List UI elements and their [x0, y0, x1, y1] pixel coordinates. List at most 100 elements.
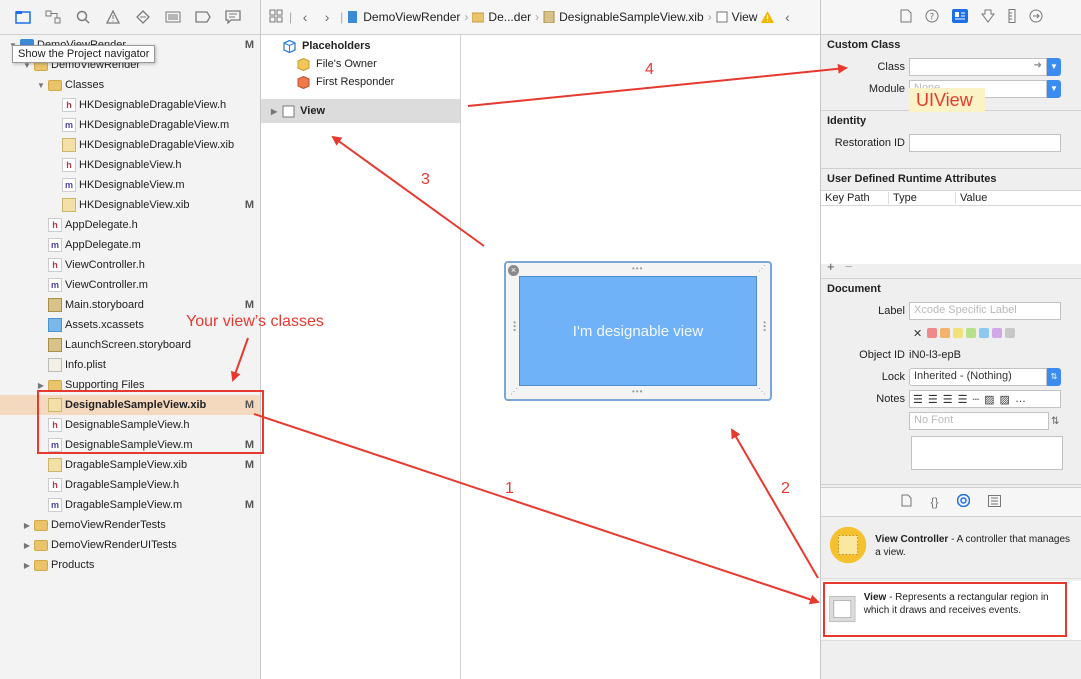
go-arrow-icon[interactable]: ➜: [1034, 60, 1042, 71]
project-navigator-icon[interactable]: [14, 8, 32, 26]
forward-button[interactable]: ›: [318, 9, 336, 25]
breakpoint-navigator-icon[interactable]: [194, 8, 212, 26]
navigator-row[interactable]: Main.storyboard M: [0, 295, 260, 315]
label-field[interactable]: Xcode Specific Label: [909, 302, 1061, 320]
navigator-row[interactable]: DesignableSampleView.xib M: [0, 395, 260, 415]
disclosure-right-icon[interactable]: ▶: [22, 561, 32, 570]
navigator-row[interactable]: HKDesignableDragableView.xib: [0, 135, 260, 155]
navigator-row[interactable]: ▶ DemoViewRenderUITests: [0, 535, 260, 555]
col-type[interactable]: Type: [889, 192, 956, 204]
navigator-row[interactable]: m DragableSampleView.m M: [0, 495, 260, 515]
outline-files-owner[interactable]: File's Owner: [261, 55, 460, 73]
align-justify-icon[interactable]: ☰: [958, 393, 968, 406]
media-library-icon[interactable]: [987, 494, 1001, 510]
navigator-row[interactable]: m HKDesignableDragableView.m: [0, 115, 260, 135]
resize-handle-top-right[interactable]: ⋰: [758, 264, 767, 273]
no-strike-icon[interactable]: ▨: [984, 393, 994, 406]
navigator-row[interactable]: m HKDesignableView.m: [0, 175, 260, 195]
font-field[interactable]: No Font: [909, 412, 1049, 430]
class-field[interactable]: ➜: [909, 58, 1047, 76]
disclosure-down-icon[interactable]: ▼: [36, 81, 46, 90]
more-icon[interactable]: …: [1015, 393, 1026, 405]
navigator-row[interactable]: h DesignableSampleView.h: [0, 415, 260, 435]
jump-bar-file[interactable]: DesignableSampleView.xib: [543, 10, 704, 24]
navigator-row[interactable]: h ViewController.h: [0, 255, 260, 275]
col-key-path[interactable]: Key Path: [821, 192, 889, 204]
navigator-row[interactable]: m DesignableSampleView.m M: [0, 435, 260, 455]
size-inspector-icon[interactable]: [1008, 8, 1016, 26]
navigator-row[interactable]: h HKDesignableView.h: [0, 155, 260, 175]
add-icon[interactable]: +: [827, 259, 835, 274]
disclosure-right-icon[interactable]: ▶: [36, 381, 46, 390]
color-label-swatch[interactable]: [927, 328, 938, 338]
navigator-row[interactable]: h AppDelegate.h: [0, 215, 260, 235]
attributes-inspector-icon[interactable]: [980, 9, 995, 26]
navigator-row[interactable]: h HKDesignableDragableView.h: [0, 95, 260, 115]
connections-inspector-icon[interactable]: [1029, 9, 1043, 26]
navigator-row[interactable]: ▶ DemoViewRenderTests: [0, 515, 260, 535]
font-stepper[interactable]: ⇅: [1051, 416, 1059, 427]
restoration-id-field[interactable]: [909, 134, 1061, 152]
runtime-attributes-table[interactable]: [821, 206, 1081, 264]
close-icon[interactable]: ×: [508, 265, 519, 276]
symbol-navigator-icon[interactable]: [44, 8, 62, 26]
navigator-row[interactable]: h DragableSampleView.h: [0, 475, 260, 495]
resize-handle-bottom-right[interactable]: ⋱: [758, 387, 767, 396]
interface-builder-canvas[interactable]: × ••• ••• ••• ••• ⋰ ⋱ ⋰ I'm designable v…: [461, 35, 820, 679]
lock-popup[interactable]: Inherited - (Nothing): [909, 368, 1047, 386]
test-navigator-icon[interactable]: [134, 8, 152, 26]
file-inspector-icon[interactable]: [900, 9, 912, 26]
debug-navigator-icon[interactable]: [164, 8, 182, 26]
library-item-view[interactable]: View - Represents a rectangular region i…: [821, 581, 1081, 641]
navigator-row[interactable]: m AppDelegate.m: [0, 235, 260, 255]
navigator-row[interactable]: Info.plist: [0, 355, 260, 375]
back-button[interactable]: ‹: [296, 9, 314, 25]
designable-view[interactable]: I'm designable view: [519, 276, 757, 386]
navigator-row[interactable]: ▶ Supporting Files: [0, 375, 260, 395]
related-items-icon[interactable]: [267, 9, 285, 26]
jump-bar-folder[interactable]: De...der: [472, 10, 531, 24]
color-label-swatch[interactable]: [992, 328, 1003, 338]
navigator-row[interactable]: ▶ Products: [0, 555, 260, 575]
resize-handle-bottom[interactable]: •••: [632, 387, 643, 396]
disclosure-right-icon[interactable]: ▶: [22, 541, 32, 550]
resize-handle-bottom-left[interactable]: ⋰: [510, 387, 519, 396]
report-navigator-icon[interactable]: [224, 8, 242, 26]
navigator-row[interactable]: DragableSampleView.xib M: [0, 455, 260, 475]
issue-navigator-icon[interactable]: [104, 8, 122, 26]
module-popup-button[interactable]: ▼: [1047, 80, 1061, 98]
navigator-row[interactable]: ▼ Classes: [0, 75, 260, 95]
class-popup-button[interactable]: ▼: [1047, 58, 1061, 76]
line-style-icon[interactable]: ┄: [973, 393, 980, 406]
resize-handle-left[interactable]: •••: [510, 321, 519, 332]
library-item-view-controller[interactable]: View Controller - A controller that mana…: [821, 517, 1081, 579]
no-color-icon[interactable]: ✕: [913, 327, 922, 340]
code-snippet-library-icon[interactable]: {}: [930, 495, 938, 509]
color-label-swatch[interactable]: [953, 328, 964, 338]
view-scene[interactable]: × ••• ••• ••• ••• ⋰ ⋱ ⋰ I'm designable v…: [504, 261, 772, 401]
resize-handle-right[interactable]: •••: [760, 321, 769, 332]
col-value[interactable]: Value: [956, 192, 1064, 204]
jump-bar-item[interactable]: View: [716, 10, 757, 24]
resize-handle-top[interactable]: •••: [632, 264, 643, 273]
strike-icon[interactable]: ▨: [1000, 393, 1010, 406]
align-left-icon[interactable]: ☰: [913, 393, 923, 406]
object-library-icon[interactable]: [956, 493, 970, 510]
warning-icon[interactable]: [761, 11, 775, 23]
navigator-row[interactable]: HKDesignableView.xib M: [0, 195, 260, 215]
navigator-row[interactable]: LaunchScreen.storyboard: [0, 335, 260, 355]
outline-first-responder[interactable]: First Responder: [261, 73, 460, 91]
align-center-icon[interactable]: ☰: [928, 393, 938, 406]
outline-placeholders[interactable]: Placeholders: [261, 37, 460, 55]
color-label-swatch[interactable]: [1005, 328, 1016, 338]
notes-textarea[interactable]: [911, 436, 1063, 470]
file-template-library-icon[interactable]: [901, 494, 912, 510]
quick-help-icon[interactable]: ?: [925, 9, 939, 26]
navigator-row[interactable]: m ViewController.m: [0, 275, 260, 295]
jump-bar-project[interactable]: DemoViewRender: [347, 10, 460, 24]
outline-view[interactable]: ▶ View: [261, 99, 460, 123]
lock-popup-button[interactable]: ⇅: [1047, 368, 1061, 386]
find-navigator-icon[interactable]: [74, 8, 92, 26]
identity-inspector-icon[interactable]: [951, 8, 968, 26]
disclosure-right-icon[interactable]: ▶: [22, 521, 32, 530]
